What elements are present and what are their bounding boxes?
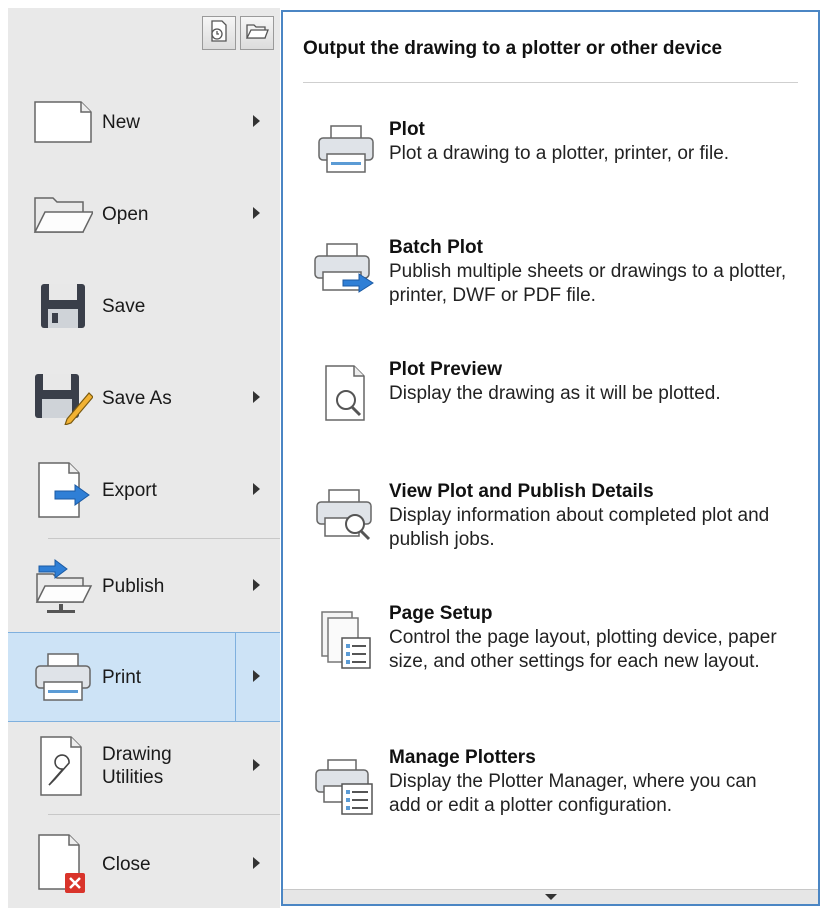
entry-description: Publish multiple sheets or drawings to a… [389,261,787,306]
submenu-item-page-setup[interactable]: Page Setup Control the page layout, plot… [313,602,793,674]
menu-item-open[interactable]: Open [8,170,280,258]
batch-plot-icon [313,240,379,306]
heading-divider [303,82,798,83]
submenu-arrow-icon [253,483,260,495]
entry-title: Page Setup [389,603,493,624]
floppy-pencil-icon [32,367,94,429]
menu-separator [48,814,280,815]
menu-item-close[interactable]: Close [8,820,280,908]
close-document-icon [32,833,94,895]
menu-item-export[interactable]: Export [8,446,280,534]
entry-title: View Plot and Publish Details [389,481,654,502]
menu-item-drawing-utilities[interactable]: Drawing Utilities [8,722,280,810]
publish-folder-icon [32,555,94,617]
menu-label: Close [102,853,151,875]
menu-label: New [102,111,141,133]
panel-heading: Output the drawing to a plotter or other… [303,38,723,59]
menu-label: Export [102,479,157,501]
submenu-item-plot-preview[interactable]: Plot Preview Display the drawing as it w… [313,358,793,428]
wrench-icon [32,735,94,797]
recent-documents-button[interactable] [202,16,236,50]
menu-item-save-as[interactable]: Save As [8,354,280,442]
menu-label: Print [102,666,142,688]
submenu-divider [235,633,236,721]
new-document-icon [32,91,94,153]
plotter-manager-icon [313,750,379,816]
submenu-item-view-plot-details[interactable]: View Plot and Publish Details Display in… [313,480,793,552]
submenu-arrow-icon [253,579,260,591]
submenu-item-manage-plotters[interactable]: Manage Plotters Display the Plotter Mana… [313,746,793,818]
entry-description: Display the Plotter Manager, where you c… [389,771,757,816]
submenu-item-batch-plot[interactable]: Batch Plot Publish multiple sheets or dr… [313,236,793,308]
submenu-item-plot[interactable]: Plot Plot a drawing to a plotter, printe… [313,118,793,188]
open-folder-icon [245,19,269,48]
plot-details-icon [313,484,379,550]
entry-title: Plot Preview [389,359,502,380]
submenu-arrow-icon[interactable] [253,670,260,682]
folder-open-icon [32,183,94,245]
quick-tools [202,16,274,52]
printer-icon [313,122,379,188]
menu-label: Open [102,203,149,225]
plot-preview-icon [313,362,379,428]
menu-item-new[interactable]: New [8,78,280,166]
menu-label: Save As [102,387,172,409]
submenu-arrow-icon [253,115,260,127]
submenu-arrow-icon [253,391,260,403]
page-setup-icon [313,606,379,672]
open-documents-button[interactable] [240,16,274,50]
entry-description: Display the drawing as it will be plotte… [389,383,721,404]
menu-item-publish[interactable]: Publish [8,542,280,630]
floppy-disk-icon [32,275,94,337]
menu-separator [48,538,280,539]
scroll-down-bar[interactable] [283,889,818,904]
menu-label: Publish [102,575,165,597]
export-arrow-icon [32,459,94,521]
submenu-arrow-icon [253,857,260,869]
printer-icon [32,646,94,708]
entry-title: Manage Plotters [389,747,536,768]
menu-item-save[interactable]: Save [8,262,280,350]
entry-description: Plot a drawing to a plotter, printer, or… [389,143,730,164]
menu-item-print[interactable]: Print [8,632,280,722]
entry-title: Batch Plot [389,237,483,258]
menu-label: Drawing Utilities [102,744,172,788]
print-submenu-panel: Output the drawing to a plotter or other… [281,10,820,906]
recent-documents-icon [207,19,231,48]
entry-description: Display information about completed plot… [389,505,770,550]
scroll-down-icon [544,894,557,900]
entry-title: Plot [389,119,425,140]
menu-label: Save [102,295,146,317]
submenu-arrow-icon [253,759,260,771]
submenu-arrow-icon [253,207,260,219]
application-menu: New Open Save Save As Export Publish Pri… [8,8,280,908]
entry-description: Control the page layout, plotting device… [389,627,777,672]
